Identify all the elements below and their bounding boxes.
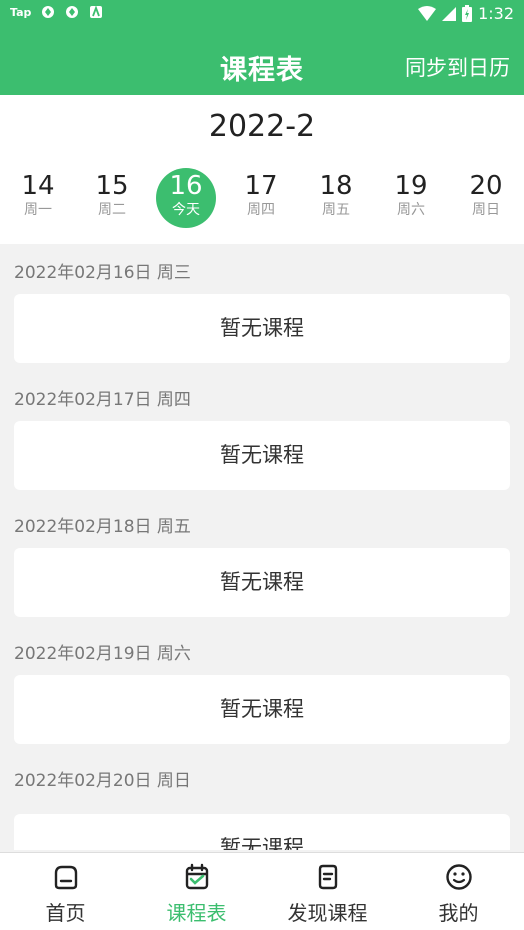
signal-icon bbox=[442, 6, 457, 21]
day-number: 18 bbox=[319, 171, 353, 201]
calendar-icon bbox=[185, 863, 208, 890]
document-icon bbox=[318, 864, 337, 890]
empty-course-card[interactable]: 暂无课程 bbox=[14, 421, 510, 490]
nav-home[interactable]: 首页 bbox=[0, 853, 131, 930]
empty-course-card[interactable]: 暂无课程 bbox=[14, 814, 510, 850]
nav-profile[interactable]: 我的 bbox=[393, 853, 524, 930]
weekday-label: 周六 bbox=[397, 202, 425, 218]
schedule-date: 2022年02月18日 周五 bbox=[14, 517, 191, 537]
weekday-label: 今天 bbox=[172, 202, 200, 218]
empty-course-card[interactable]: 暂无课程 bbox=[14, 294, 510, 363]
day-item-14[interactable]: 14 周一 bbox=[8, 168, 68, 228]
empty-course-card[interactable]: 暂无课程 bbox=[14, 675, 510, 744]
day-number: 16 bbox=[169, 171, 203, 201]
day-number: 17 bbox=[244, 171, 278, 201]
day-item-19[interactable]: 19 周六 bbox=[381, 168, 441, 228]
battery-icon bbox=[462, 5, 473, 22]
sync-to-calendar-button[interactable]: 同步到日历 bbox=[405, 52, 510, 82]
weekday-label: 周日 bbox=[472, 202, 500, 218]
day-number: 20 bbox=[469, 171, 503, 201]
schedule-date: 2022年02月17日 周四 bbox=[14, 390, 191, 410]
sync-notification-icon-2 bbox=[66, 6, 79, 18]
app-bar: 课程表 同步到日历 bbox=[0, 28, 524, 95]
schedule-date: 2022年02月19日 周六 bbox=[14, 644, 191, 664]
weekday-label: 周五 bbox=[322, 202, 350, 218]
day-item-17[interactable]: 17 周四 bbox=[231, 168, 291, 228]
nav-schedule[interactable]: 课程表 bbox=[131, 853, 262, 930]
week-selector: 2022-2 14 周一 15 周二 16 今天 17 周四 18 周五 19 … bbox=[0, 95, 524, 244]
wifi-icon bbox=[418, 5, 437, 21]
weekday-label: 周一 bbox=[24, 202, 52, 218]
weekday-label: 周四 bbox=[247, 202, 275, 218]
a-notification-icon bbox=[90, 5, 103, 18]
day-number: 19 bbox=[394, 171, 428, 201]
day-number: 15 bbox=[95, 171, 129, 201]
sync-notification-icon bbox=[42, 6, 55, 18]
day-number: 14 bbox=[21, 171, 55, 201]
nav-label: 课程表 bbox=[166, 901, 227, 925]
nav-label: 发现课程 bbox=[287, 901, 368, 925]
bottom-nav: 首页 课程表 发现课程 我的 bbox=[0, 852, 524, 930]
tap-app-icon: Tap bbox=[10, 5, 32, 19]
day-item-20[interactable]: 20 周日 bbox=[456, 168, 516, 228]
schedule-list[interactable]: 2022年02月16日 周三 暂无课程 2022年02月17日 周四 暂无课程 … bbox=[0, 244, 524, 850]
day-item-15[interactable]: 15 周二 bbox=[82, 168, 142, 228]
day-strip: 14 周一 15 周二 16 今天 17 周四 18 周五 19 周六 20 周… bbox=[0, 168, 524, 228]
weekday-label: 周二 bbox=[98, 202, 126, 218]
day-item-18[interactable]: 18 周五 bbox=[306, 168, 366, 228]
status-time: 1:32 bbox=[478, 4, 514, 23]
nav-discover[interactable]: 发现课程 bbox=[262, 853, 393, 930]
empty-course-card[interactable]: 暂无课程 bbox=[14, 548, 510, 617]
schedule-date: 2022年02月20日 周日 bbox=[14, 771, 191, 791]
month-label: 2022-2 bbox=[208, 109, 316, 144]
smiley-icon bbox=[445, 864, 472, 890]
day-item-16-today[interactable]: 16 今天 bbox=[156, 168, 216, 228]
home-icon bbox=[54, 865, 77, 890]
status-bar: Tap 1:32 bbox=[0, 0, 524, 28]
status-left: Tap bbox=[10, 5, 103, 19]
nav-label: 首页 bbox=[45, 901, 86, 925]
nav-label: 我的 bbox=[438, 901, 479, 925]
status-right: 1:32 bbox=[418, 4, 514, 23]
schedule-date: 2022年02月16日 周三 bbox=[14, 263, 191, 283]
